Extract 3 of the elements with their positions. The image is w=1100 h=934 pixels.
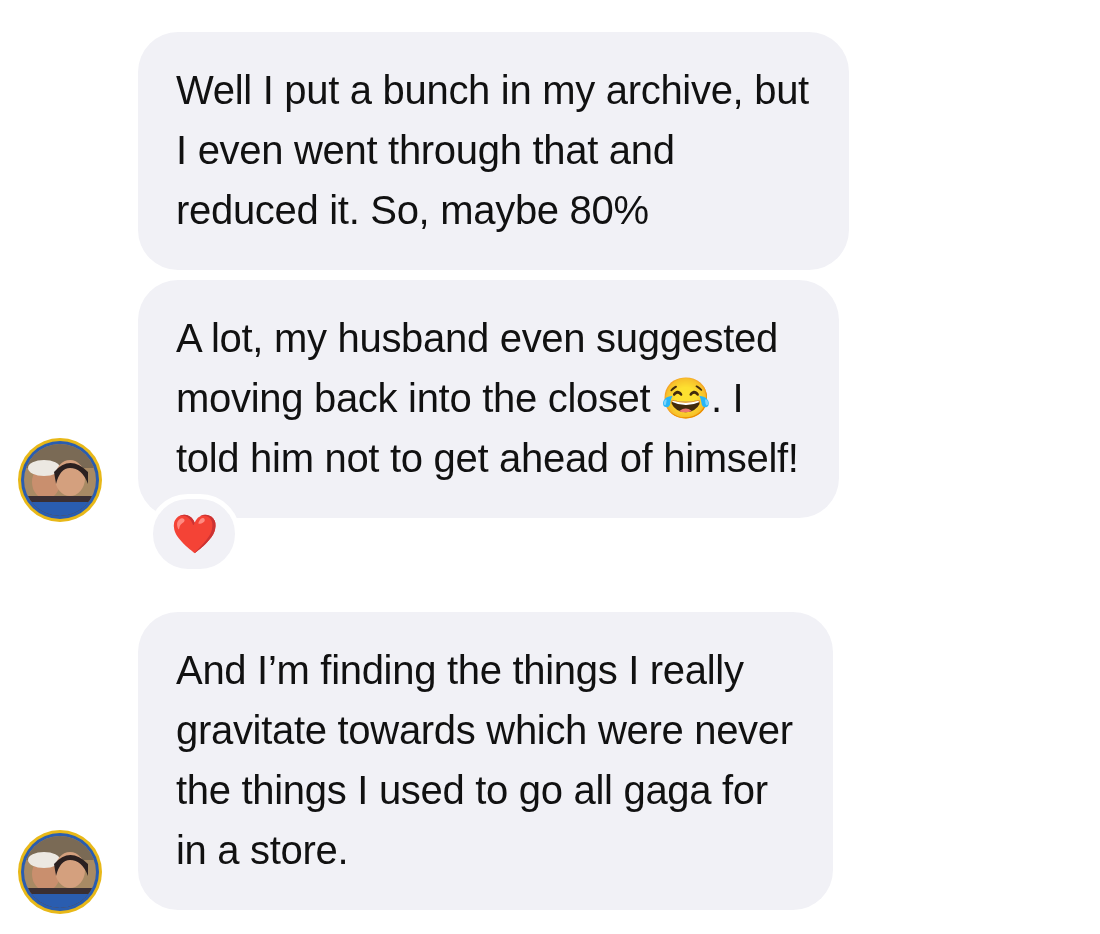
message-text: A lot, my husband even suggested moving back into the closet 😂. I told him not to get ahead of himself! [176,315,799,482]
message-text: And I’m finding the things I really gravitate towards which were never the things I used to go all gaga for in a store. [176,647,793,874]
message-text: Well I put a bunch in my archive, but I even went through that and reduced it. So, maybe 80% [176,67,809,234]
